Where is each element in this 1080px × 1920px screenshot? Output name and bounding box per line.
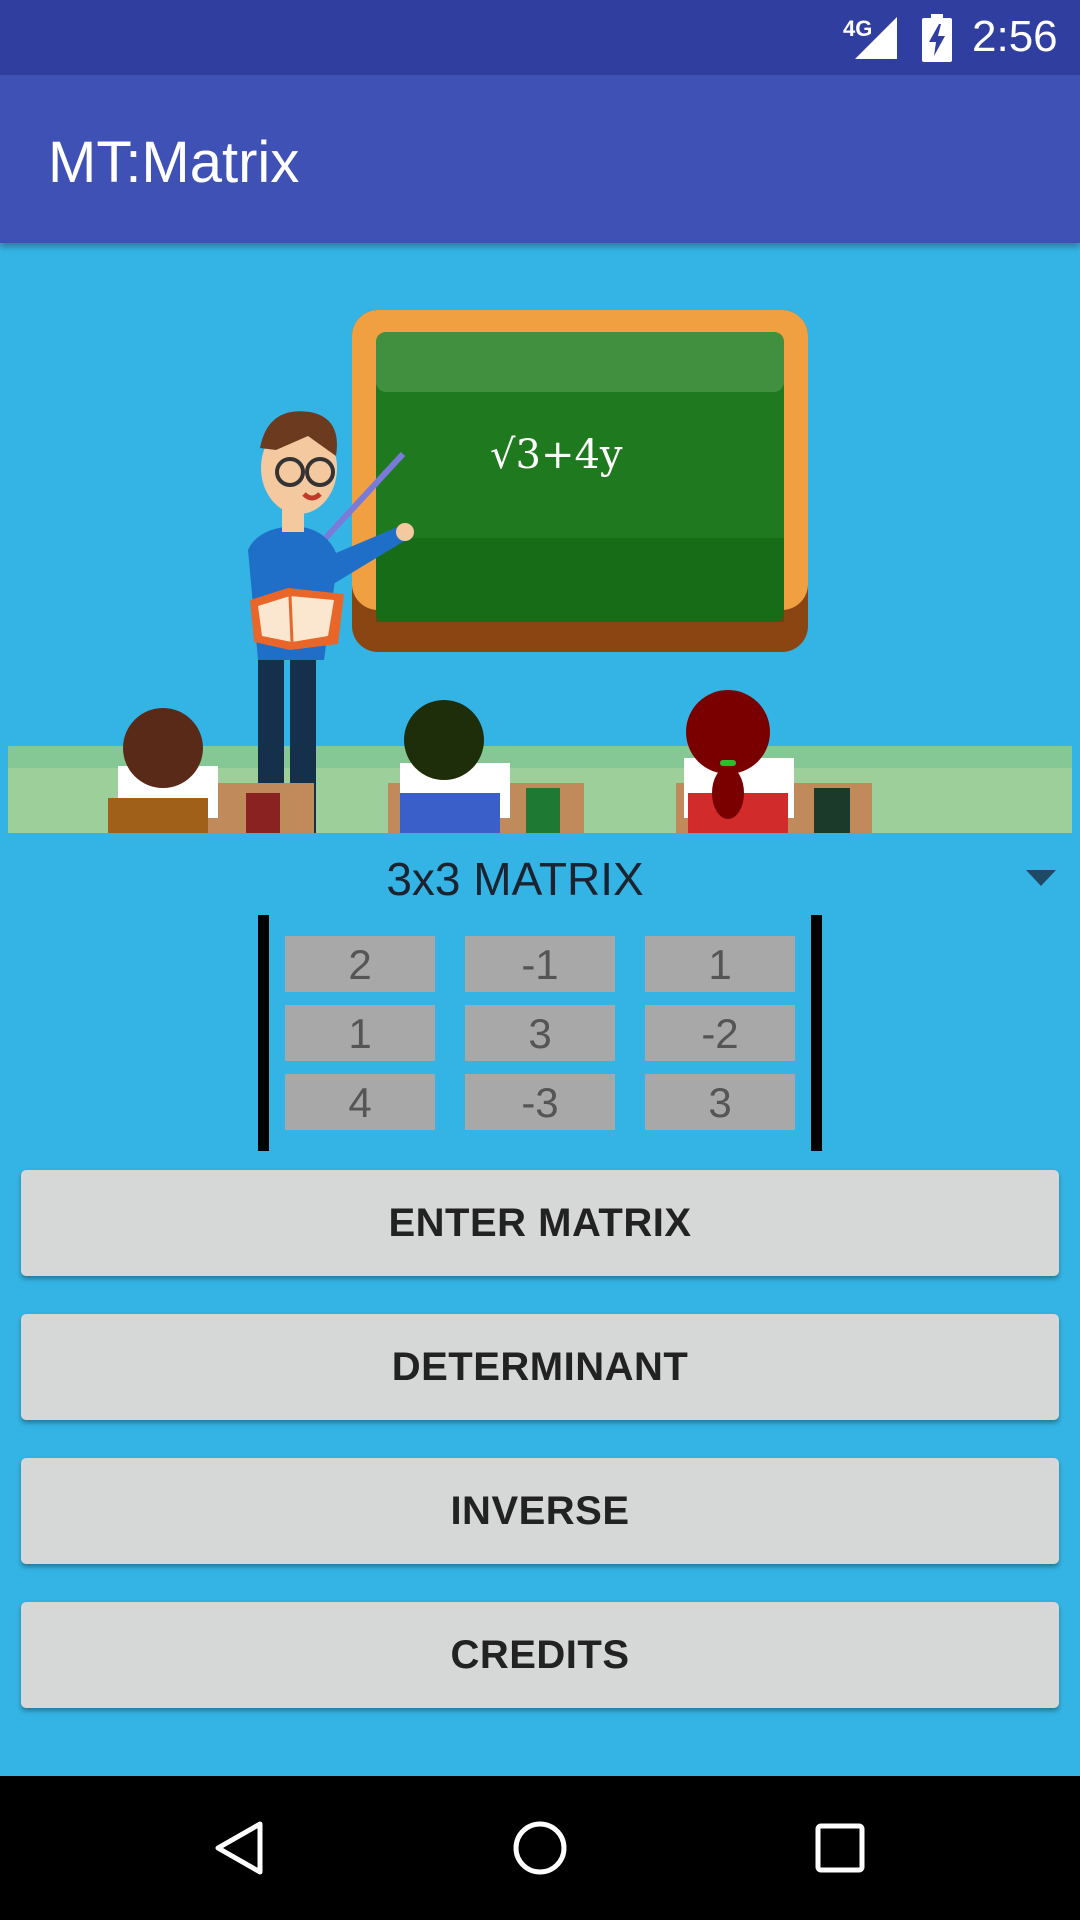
- enter-matrix-button[interactable]: ENTER MATRIX: [21, 1170, 1059, 1276]
- matrix-cell-r3c1[interactable]: 4: [285, 1074, 435, 1130]
- inverse-button[interactable]: INVERSE: [21, 1458, 1059, 1564]
- app-bar: MT:Matrix: [0, 75, 1080, 243]
- battery-charging-icon: [922, 14, 952, 62]
- matrix-cell-r1c3[interactable]: 1: [645, 936, 795, 992]
- credits-button[interactable]: CREDITS: [21, 1602, 1059, 1708]
- matrix-size-spinner[interactable]: 3x3 MATRIX: [0, 848, 1080, 906]
- matrix-right-bracket: [811, 915, 822, 1151]
- matrix-cell-r3c2[interactable]: -3: [465, 1074, 615, 1130]
- matrix-cell-r2c1[interactable]: 1: [285, 1005, 435, 1061]
- matrix-cell-r1c2[interactable]: -1: [465, 936, 615, 992]
- matrix-cell-r2c2[interactable]: 3: [465, 1005, 615, 1061]
- navigation-bar: [0, 1776, 1080, 1920]
- matrix-cell-r1c1[interactable]: 2: [285, 936, 435, 992]
- dropdown-arrow-icon[interactable]: [1026, 870, 1056, 886]
- back-icon[interactable]: [208, 1816, 272, 1880]
- status-bar: 4G 2:56: [0, 0, 1080, 75]
- determinant-button[interactable]: DETERMINANT: [21, 1314, 1059, 1420]
- matrix-left-bracket: [258, 915, 269, 1151]
- signal-icon: [855, 17, 897, 59]
- matrix-size-label: 3x3 MATRIX: [386, 853, 644, 905]
- chalk-equation: √3+4y: [490, 432, 623, 478]
- teacher-classroom-illustration: √3+4y: [8, 310, 1072, 833]
- app-title: MT:Matrix: [48, 130, 300, 195]
- recents-icon[interactable]: [808, 1816, 872, 1880]
- clock: 2:56: [972, 12, 1058, 61]
- home-icon[interactable]: [508, 1816, 572, 1880]
- matrix-cell-r2c3[interactable]: -2: [645, 1005, 795, 1061]
- matrix-cell-r3c3[interactable]: 3: [645, 1074, 795, 1130]
